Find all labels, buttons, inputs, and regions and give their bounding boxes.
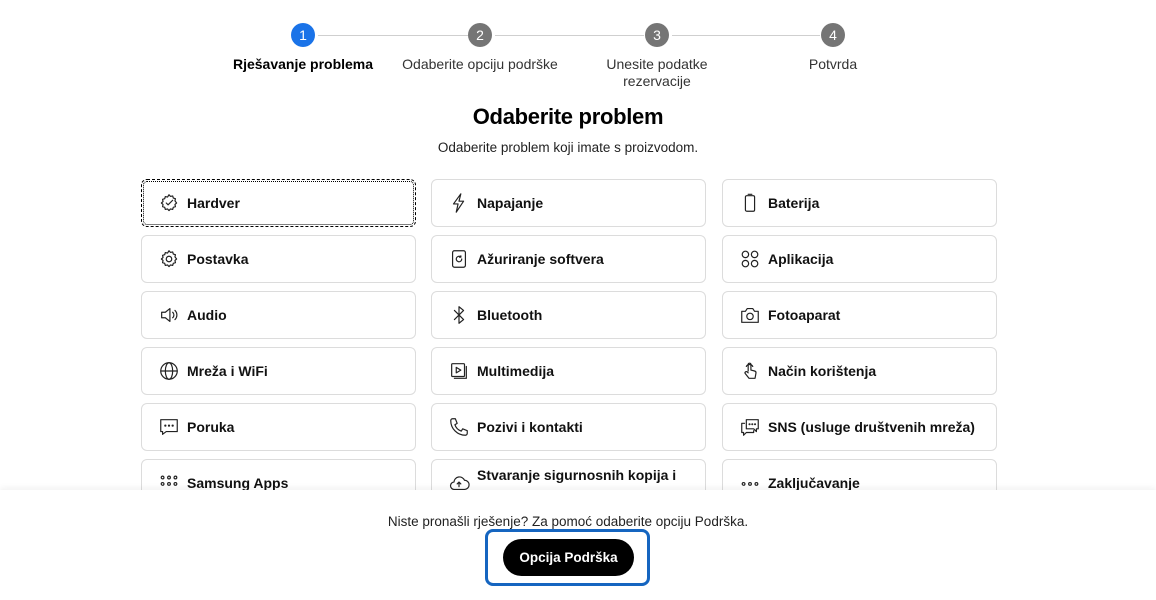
category-label: Aplikacija (768, 251, 834, 267)
message-icon (157, 415, 181, 439)
speaker-icon (157, 303, 181, 327)
step-label: Potvrda (808, 56, 858, 72)
chat-bubbles-icon (738, 415, 762, 439)
settings-gear-icon (157, 247, 181, 271)
category-audio[interactable]: Audio (141, 291, 416, 339)
step-number: 2 (468, 23, 492, 47)
camera-icon (738, 303, 762, 327)
category-label: Poruka (187, 419, 235, 435)
support-prompt: Niste pronašli rješenje? Za pomoć odaber… (387, 514, 749, 529)
progress-stepper: 1 Rješavanje problema 2 Odaberite opciju… (0, 22, 1156, 102)
category-label: Mreža i WiFi (187, 363, 268, 379)
category-baterija[interactable]: Baterija (722, 179, 997, 227)
category-label: SNS (usluge društvenih mreža) (768, 419, 975, 435)
category-fotoaparat[interactable]: Fotoaparat (722, 291, 997, 339)
support-option-button[interactable]: Opcija Podrška (503, 539, 634, 576)
bluetooth-icon (447, 303, 471, 327)
category-label: Audio (187, 307, 227, 323)
step-number: 3 (645, 23, 669, 47)
page-title: Odaberite problem (472, 104, 664, 129)
category-sns[interactable]: SNS (usluge društvenih mreža) (722, 403, 997, 451)
category-label: Baterija (768, 195, 820, 211)
support-footer-bar: Niste pronašli rješenje? Za pomoć odaber… (0, 490, 1156, 600)
step-number: 4 (821, 23, 845, 47)
page-subtitle: Odaberite problem koji imate s proizvodo… (437, 140, 699, 155)
category-azuriranje-softvera[interactable]: Ažuriranje softvera (431, 235, 706, 283)
step-2: 2 Odaberite opciju podrške (390, 22, 570, 73)
category-label: Multimedija (477, 363, 555, 379)
category-label: Fotoaparat (768, 307, 841, 323)
touch-hand-icon (738, 359, 762, 383)
category-mreza-i-wifi[interactable]: Mreža i WiFi (141, 347, 416, 395)
category-label: Ažuriranje softvera (477, 251, 604, 267)
problem-category-grid: Hardver Napajanje Baterija Postavka Ažur… (141, 179, 997, 490)
category-hardver[interactable]: Hardver (141, 179, 416, 227)
step-4: 4 Potvrda (743, 22, 923, 73)
category-multimedija[interactable]: Multimedija (431, 347, 706, 395)
category-label: Bluetooth (477, 307, 543, 323)
lightning-icon (447, 191, 471, 215)
category-napajanje[interactable]: Napajanje (431, 179, 706, 227)
category-postavka[interactable]: Postavka (141, 235, 416, 283)
category-aplikacija[interactable]: Aplikacija (722, 235, 997, 283)
support-button-highlight: Opcija Podrška (485, 529, 650, 586)
category-pozivi-i-kontakti[interactable]: Pozivi i kontakti (431, 403, 706, 451)
category-label: Zaključavanje (768, 475, 860, 490)
category-label: Hardver (187, 195, 240, 211)
category-sigurnosne-kopije[interactable]: Stvaranje sigurnosnih kopija i (431, 459, 706, 490)
step-label: Odaberite opciju podrške (402, 56, 558, 72)
category-samsung-apps[interactable]: Samsung Apps (141, 459, 416, 490)
category-label: Pozivi i kontakti (477, 419, 583, 435)
category-label: Način korištenja (768, 363, 877, 379)
category-label: Stvaranje sigurnosnih kopija i (477, 467, 677, 483)
phone-icon (447, 415, 471, 439)
globe-icon (157, 359, 181, 383)
apps-grid-icon (738, 247, 762, 271)
media-play-icon (447, 359, 471, 383)
step-3: 3 Unesite podatke rezervacije (567, 22, 747, 90)
dots-grid-icon (738, 471, 762, 490)
category-poruka[interactable]: Poruka (141, 403, 416, 451)
category-bluetooth[interactable]: Bluetooth (431, 291, 706, 339)
software-update-icon (447, 247, 471, 271)
category-label: Napajanje (477, 195, 544, 211)
step-label: Rješavanje problema (232, 56, 374, 72)
cloud-backup-icon (447, 471, 471, 490)
step-number: 1 (291, 23, 315, 47)
dots-grid-icon (157, 471, 181, 490)
category-nacin-koristenja[interactable]: Način korištenja (722, 347, 997, 395)
category-zakljucavanje[interactable]: Zaključavanje (722, 459, 997, 490)
category-label: Samsung Apps (187, 475, 289, 490)
category-label: Postavka (187, 251, 249, 267)
step-label: Unesite podatke rezervacije (606, 56, 708, 89)
step-1: 1 Rješavanje problema (213, 22, 393, 73)
battery-icon (738, 191, 762, 215)
hardware-gear-icon (157, 191, 181, 215)
